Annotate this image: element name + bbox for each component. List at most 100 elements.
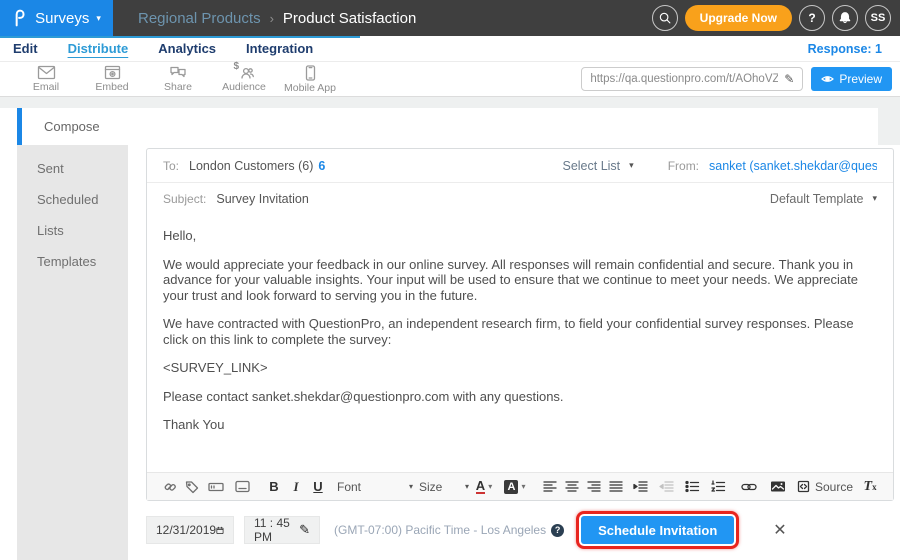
text-color-button[interactable]: A ▾ bbox=[469, 473, 499, 500]
source-button[interactable]: Source bbox=[797, 480, 853, 494]
share-bubbles-icon bbox=[169, 65, 187, 80]
align-right-button[interactable] bbox=[583, 473, 605, 500]
sidebar-item-templates[interactable]: Templates bbox=[17, 246, 128, 277]
fill-color-button[interactable]: A ▾ bbox=[499, 473, 531, 500]
insert-link-button[interactable] bbox=[735, 473, 763, 500]
schedule-bar: 12/31/2019 11 : 45 PM ✎ (GMT-07:00) Paci… bbox=[146, 513, 894, 547]
to-count-badge[interactable]: 6 bbox=[318, 159, 325, 173]
font-dropdown-label: Font bbox=[337, 480, 361, 494]
channel-email[interactable]: Email bbox=[13, 65, 79, 93]
image-icon bbox=[770, 480, 786, 493]
highlight-ring: Schedule Invitation bbox=[576, 511, 739, 549]
notifications-button[interactable] bbox=[832, 5, 858, 31]
questionpro-logo-icon bbox=[12, 8, 28, 28]
indent-increase-icon bbox=[633, 480, 648, 493]
subject-value[interactable]: Survey Invitation bbox=[216, 192, 308, 206]
bold-button[interactable]: B bbox=[263, 473, 285, 500]
bullet-list-icon bbox=[685, 480, 700, 493]
subject-row: Subject: Survey Invitation Default Templ… bbox=[147, 183, 893, 214]
merge-tag-button[interactable] bbox=[181, 473, 203, 500]
align-left-button[interactable] bbox=[539, 473, 561, 500]
chain-icon bbox=[163, 480, 177, 494]
search-button[interactable] bbox=[652, 5, 678, 31]
indent-decrease-button[interactable] bbox=[653, 473, 679, 500]
template-dropdown[interactable]: Default Template ▾ bbox=[770, 192, 877, 206]
help-button[interactable]: ? bbox=[799, 5, 825, 31]
question-mark-icon: ? bbox=[808, 11, 815, 25]
anchor-link-button[interactable] bbox=[159, 473, 181, 500]
numbered-list-button[interactable] bbox=[705, 473, 731, 500]
sidebar-item-label: Templates bbox=[37, 254, 96, 269]
tab-analytics[interactable]: Analytics bbox=[158, 41, 216, 56]
avatar-initials: SS bbox=[871, 12, 886, 24]
tab-integration[interactable]: Integration bbox=[246, 41, 313, 56]
channel-share[interactable]: Share bbox=[145, 65, 211, 93]
email-sidebar: Sent Scheduled Lists Templates bbox=[17, 145, 128, 560]
sidebar-item-scheduled[interactable]: Scheduled bbox=[17, 184, 128, 215]
timezone-help-button[interactable]: ? bbox=[551, 524, 564, 537]
sidebar-item-sent[interactable]: Sent bbox=[17, 153, 128, 184]
app-label: Surveys bbox=[35, 10, 89, 27]
breadcrumb-separator: › bbox=[270, 11, 274, 26]
timezone-label: (GMT-07:00) Pacific Time - Los Angeles bbox=[334, 523, 546, 537]
select-list-dropdown[interactable]: Select List ▾ bbox=[562, 159, 633, 173]
channel-mobile-app[interactable]: Mobile App bbox=[277, 65, 343, 94]
upgrade-now-button[interactable]: Upgrade Now bbox=[685, 5, 792, 31]
distribute-panel: Compose Sent Scheduled Lists Templates T… bbox=[0, 108, 878, 560]
survey-subnav: Edit Distribute Analytics Integration Re… bbox=[0, 36, 900, 62]
link-icon bbox=[741, 482, 757, 492]
time-picker[interactable]: 11 : 45 PM ✎ bbox=[244, 516, 320, 544]
channel-label: Mobile App bbox=[284, 82, 336, 94]
channel-label: Share bbox=[164, 81, 192, 93]
survey-url-field[interactable]: https://qa.questionpro.com/t/AOhoVZfqml … bbox=[581, 67, 803, 91]
email-body-editor[interactable]: Hello, We would appreciate your feedback… bbox=[147, 214, 893, 472]
edit-url-icon[interactable]: ✎ bbox=[784, 72, 794, 86]
tab-edit[interactable]: Edit bbox=[13, 41, 38, 56]
italic-button[interactable]: I bbox=[285, 473, 307, 500]
tab-distribute[interactable]: Distribute bbox=[68, 41, 129, 56]
channel-audience[interactable]: $ Audience bbox=[211, 65, 277, 93]
font-size-dropdown[interactable]: Size ▾ bbox=[419, 473, 469, 500]
sidebar-item-label: Compose bbox=[44, 119, 100, 134]
align-left-icon bbox=[543, 480, 557, 493]
response-count[interactable]: Response: 1 bbox=[808, 42, 882, 56]
remove-format-button[interactable]: Tx bbox=[859, 473, 881, 500]
user-avatar[interactable]: SS bbox=[865, 5, 891, 31]
close-icon[interactable]: ✕ bbox=[773, 520, 786, 540]
body-paragraph: Please contact sanket.shekdar@questionpr… bbox=[163, 389, 877, 405]
chevron-down-icon: ▾ bbox=[873, 193, 878, 204]
indent-increase-button[interactable] bbox=[627, 473, 653, 500]
edit-time-icon: ✎ bbox=[299, 522, 310, 538]
template-label: Default Template bbox=[770, 192, 864, 206]
sidebar-item-label: Scheduled bbox=[37, 192, 98, 207]
font-family-dropdown[interactable]: Font ▾ bbox=[337, 473, 413, 500]
insert-button-widget[interactable] bbox=[229, 473, 255, 500]
bullet-list-button[interactable] bbox=[679, 473, 705, 500]
body-paragraph: We would appreciate your feedback in our… bbox=[163, 257, 877, 304]
chevron-down-icon: ▾ bbox=[96, 13, 101, 24]
to-value[interactable]: London Customers (6) bbox=[189, 159, 313, 173]
preview-label: Preview bbox=[839, 72, 882, 86]
breadcrumb-parent[interactable]: Regional Products bbox=[138, 10, 261, 27]
chevron-down-icon: ▾ bbox=[629, 160, 634, 171]
justify-button[interactable] bbox=[605, 473, 627, 500]
schedule-invitation-button[interactable]: Schedule Invitation bbox=[581, 516, 734, 544]
surveys-menu[interactable]: Surveys ▾ bbox=[0, 0, 113, 36]
align-center-button[interactable] bbox=[561, 473, 583, 500]
sidebar-item-lists[interactable]: Lists bbox=[17, 215, 128, 246]
date-picker[interactable]: 12/31/2019 bbox=[146, 516, 234, 544]
channel-label: Email bbox=[33, 81, 59, 93]
insert-field-button[interactable] bbox=[203, 473, 229, 500]
numbered-list-icon bbox=[711, 480, 726, 493]
sidebar-item-compose[interactable]: Compose bbox=[17, 108, 878, 145]
to-row: To: London Customers (6) 6 Select List ▾… bbox=[147, 149, 893, 183]
top-header: Surveys ▾ Regional Products › Product Sa… bbox=[0, 0, 900, 36]
preview-button[interactable]: Preview bbox=[811, 67, 892, 91]
survey-url-value: https://qa.questionpro.com/t/AOhoVZfqml bbox=[590, 73, 778, 85]
insert-image-button[interactable] bbox=[763, 473, 793, 500]
mobile-phone-icon bbox=[305, 65, 316, 81]
size-dropdown-label: Size bbox=[419, 480, 442, 494]
from-value[interactable]: sanket (sanket.shekdar@ques... bbox=[709, 159, 877, 173]
channel-embed[interactable]: Embed bbox=[79, 65, 145, 93]
underline-button[interactable]: U bbox=[307, 473, 329, 500]
